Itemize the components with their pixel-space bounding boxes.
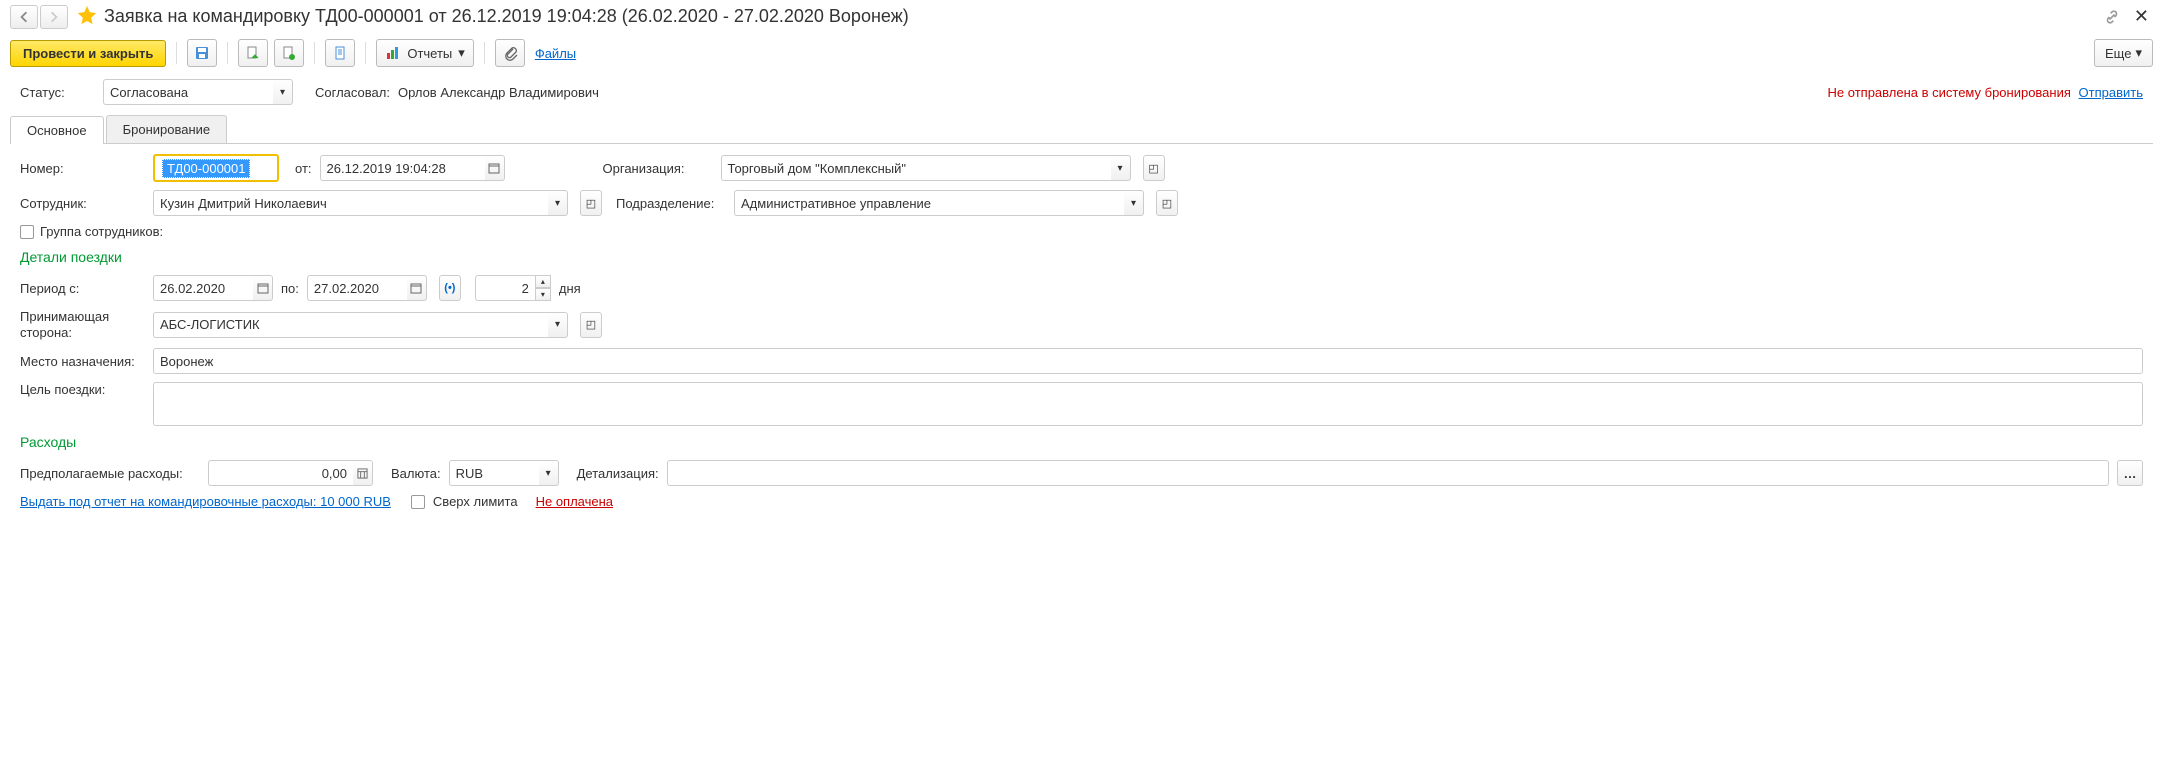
over-limit-checkbox[interactable] bbox=[411, 495, 425, 509]
days-up[interactable]: ▴ bbox=[535, 275, 551, 288]
status-label: Статус: bbox=[20, 85, 95, 100]
star-icon[interactable] bbox=[76, 4, 98, 29]
dept-input[interactable]: Административное управление bbox=[734, 190, 1124, 216]
reports-button[interactable]: Отчеты ▾ bbox=[376, 39, 473, 67]
chevron-down-icon: ▾ bbox=[2135, 45, 2142, 61]
dept-open-button[interactable]: ◰ bbox=[1156, 190, 1178, 216]
forward-button[interactable] bbox=[40, 5, 68, 29]
calculator-icon[interactable] bbox=[353, 460, 373, 486]
calendar-icon[interactable] bbox=[253, 275, 273, 301]
org-dropdown[interactable]: ▾ bbox=[1111, 155, 1131, 181]
more-button[interactable]: Еще ▾ bbox=[2094, 39, 2153, 67]
estimated-label: Предполагаемые расходы: bbox=[20, 466, 200, 481]
link-icon[interactable] bbox=[2102, 7, 2122, 27]
attachment-button[interactable] bbox=[495, 39, 525, 67]
tab-booking[interactable]: Бронирование bbox=[106, 115, 228, 143]
close-button[interactable]: ✕ bbox=[2130, 6, 2153, 27]
group-label: Группа сотрудников: bbox=[40, 224, 163, 239]
detail-input[interactable] bbox=[667, 460, 2109, 486]
status-dropdown[interactable]: ▾ bbox=[273, 79, 293, 105]
date-to-input[interactable]: 27.02.2020 bbox=[307, 275, 407, 301]
host-input[interactable]: АБС-ЛОГИСТИК bbox=[153, 312, 548, 338]
approved-by-label: Согласовал: bbox=[315, 85, 390, 100]
dept-label: Подразделение: bbox=[616, 196, 726, 211]
post-button[interactable] bbox=[238, 39, 268, 67]
currency-dropdown[interactable]: ▾ bbox=[539, 460, 559, 486]
employee-label: Сотрудник: bbox=[20, 196, 145, 211]
date-from-input[interactable]: 26.02.2020 bbox=[153, 275, 253, 301]
submit-close-button[interactable]: Провести и закрыть bbox=[10, 40, 166, 67]
trip-section-title: Детали поездки bbox=[20, 249, 2143, 265]
group-checkbox[interactable] bbox=[20, 225, 34, 239]
host-dropdown[interactable]: ▾ bbox=[548, 312, 568, 338]
days-down[interactable]: ▾ bbox=[535, 288, 551, 301]
destination-input[interactable]: Воронеж bbox=[153, 348, 2143, 374]
org-open-button[interactable]: ◰ bbox=[1143, 155, 1165, 181]
destination-label: Место назначения: bbox=[20, 354, 145, 369]
employee-open-button[interactable]: ◰ bbox=[580, 190, 602, 216]
org-input[interactable]: Торговый дом "Комплексный" bbox=[721, 155, 1111, 181]
estimated-input[interactable]: 0,00 bbox=[208, 460, 353, 486]
days-input[interactable]: 2 bbox=[475, 275, 535, 301]
approved-by-value: Орлов Александр Владимирович bbox=[398, 85, 599, 100]
unpost-button[interactable] bbox=[274, 39, 304, 67]
period-label: Период с: bbox=[20, 281, 145, 296]
org-label: Организация: bbox=[603, 161, 713, 176]
reports-label: Отчеты bbox=[407, 46, 452, 61]
save-button[interactable] bbox=[187, 39, 217, 67]
number-label: Номер: bbox=[20, 161, 145, 176]
send-link[interactable]: Отправить bbox=[2079, 85, 2143, 100]
booking-warning: Не отправлена в систему бронирования Отп… bbox=[1828, 85, 2143, 100]
page-title: Заявка на командировку ТД00-000001 от 26… bbox=[104, 6, 2102, 27]
period-picker-button[interactable]: (•) bbox=[439, 275, 461, 301]
expenses-section-title: Расходы bbox=[20, 434, 2143, 450]
files-link[interactable]: Файлы bbox=[535, 46, 576, 61]
date-input[interactable]: 26.12.2019 19:04:28 bbox=[320, 155, 485, 181]
over-limit-label: Сверх лимита bbox=[433, 494, 518, 509]
employee-dropdown[interactable]: ▾ bbox=[548, 190, 568, 216]
employee-input[interactable]: Кузин Дмитрий Николаевич bbox=[153, 190, 548, 216]
status-select[interactable]: Согласована bbox=[103, 79, 273, 105]
calendar-icon[interactable] bbox=[407, 275, 427, 301]
host-label: Принимающая сторона: bbox=[20, 309, 145, 340]
detail-more-button[interactable]: … bbox=[2117, 460, 2143, 486]
number-input[interactable]: ТД00-000001 bbox=[156, 157, 276, 179]
purpose-label: Цель поездки: bbox=[20, 382, 145, 397]
detail-label: Детализация: bbox=[577, 466, 659, 481]
currency-label: Валюта: bbox=[391, 466, 441, 481]
host-open-button[interactable]: ◰ bbox=[580, 312, 602, 338]
chevron-down-icon: ▾ bbox=[458, 45, 465, 61]
days-label: дня bbox=[559, 281, 581, 296]
currency-input[interactable]: RUB bbox=[449, 460, 539, 486]
not-paid-link[interactable]: Не оплачена bbox=[536, 494, 613, 509]
date-label: от: bbox=[295, 161, 312, 176]
purpose-textarea[interactable] bbox=[153, 382, 2143, 426]
tab-main[interactable]: Основное bbox=[10, 116, 104, 144]
back-button[interactable] bbox=[10, 5, 38, 29]
to-label: по: bbox=[281, 281, 299, 296]
create-based-on-button[interactable] bbox=[325, 39, 355, 67]
dept-dropdown[interactable]: ▾ bbox=[1124, 190, 1144, 216]
calendar-icon[interactable] bbox=[485, 155, 505, 181]
advance-link[interactable]: Выдать под отчет на командировочные расх… bbox=[20, 494, 391, 509]
